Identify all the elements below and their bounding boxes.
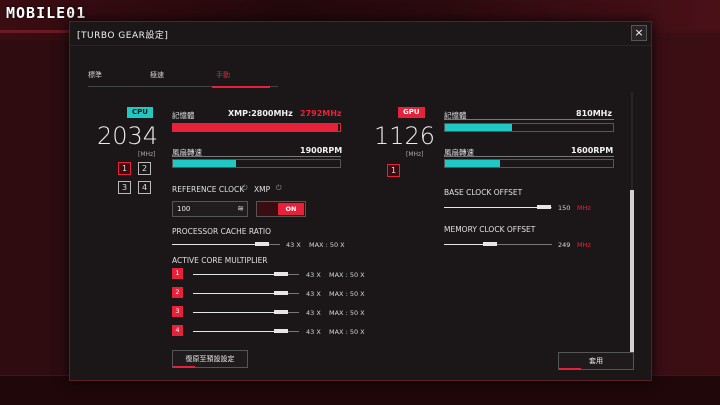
cpu-memory-label: 記憶體: [172, 111, 195, 120]
gpu-fan-meter: [444, 159, 614, 168]
cpu-fan-value: 1900RPM: [300, 146, 343, 155]
active-tab-indicator: [212, 86, 270, 88]
cache-ratio-label: PROCESSOR CACHE RATIO: [172, 227, 272, 236]
mode-tabs: 標準 極速 手動: [88, 67, 278, 88]
memory-clock-offset-slider[interactable]: [444, 242, 552, 246]
slider-track-fill: [193, 293, 284, 294]
gpu-badge: GPU: [398, 107, 425, 118]
cpu-clock: 2034: [97, 122, 159, 150]
core-4-slider[interactable]: [193, 329, 299, 333]
base-clock-offset-label: BASE CLOCK OFFSET: [444, 188, 523, 197]
core-multiplier-label: ACTIVE CORE MULTIPLIER: [172, 256, 268, 265]
core-1-badge: 1: [172, 268, 183, 279]
power-icon: ⏻: [242, 184, 248, 192]
gpu-fan-fill: [445, 160, 501, 167]
slider-knob[interactable]: [274, 272, 288, 276]
cpu-memory-actual: 2792MHz: [300, 109, 342, 118]
base-clock-offset-slider[interactable]: [444, 205, 552, 209]
cpu-badge: CPU: [127, 107, 153, 118]
core-3-slider[interactable]: [193, 310, 299, 314]
slider-track-fill: [444, 207, 547, 208]
cpu-fan-fill: [173, 160, 237, 167]
core-2-max: MAX : 50 X: [329, 290, 365, 298]
cpu-fan-divider: [172, 156, 341, 157]
tab-standard[interactable]: 標準: [88, 70, 102, 80]
turbo-gear-dialog: [TURBO GEAR設定] × 標準 極速 手動 CPU 2034 [MHz]…: [69, 21, 652, 381]
base-clock-offset-unit: MHz: [577, 204, 591, 212]
core-1-slider[interactable]: [193, 272, 299, 276]
slider-track-fill: [193, 312, 284, 313]
slider-knob[interactable]: [483, 242, 497, 246]
core-4-badge: 4: [172, 325, 183, 336]
gpu-clock: 1126: [374, 122, 436, 150]
reference-clock-value: 100: [177, 205, 191, 213]
slider-knob[interactable]: [255, 242, 269, 246]
slider-knob[interactable]: [274, 329, 288, 333]
core-3-badge: 3: [172, 306, 183, 317]
gpu-memory-fill: [445, 124, 513, 131]
gpu-clock-unit: [MHz]: [406, 151, 424, 158]
memory-clock-offset-label: MEMORY CLOCK OFFSET: [444, 225, 536, 234]
cpu-clock-unit: [MHz]: [138, 151, 156, 158]
cache-ratio-slider[interactable]: [172, 242, 280, 246]
gpu-memory-value: 810MHz: [576, 109, 613, 118]
core-1-value: 43 X: [306, 271, 321, 279]
cpu-profile-2[interactable]: 2: [138, 162, 151, 175]
gpu-fan-divider: [444, 156, 614, 157]
scrollbar-thumb[interactable]: [630, 190, 634, 360]
reference-clock-label: REFERENCE CLOCK: [172, 185, 245, 194]
core-2-slider[interactable]: [193, 291, 299, 295]
background-right-panel: [650, 30, 720, 375]
restore-defaults-button[interactable]: 復原至預設設定: [172, 350, 248, 368]
gpu-profile-1[interactable]: 1: [387, 164, 400, 177]
slider-knob[interactable]: [274, 310, 288, 314]
slider-knob[interactable]: [537, 205, 551, 209]
tab-extreme[interactable]: 極速: [150, 70, 164, 80]
core-4-value: 43 X: [306, 328, 321, 336]
slider-track-fill: [172, 244, 265, 245]
core-2-value: 43 X: [306, 290, 321, 298]
cache-ratio-value: 43 X: [286, 241, 301, 249]
xmp-toggle-on: ON: [278, 203, 304, 215]
base-clock-offset-value: 150: [558, 204, 571, 212]
xmp-toggle[interactable]: ON: [256, 201, 306, 217]
cpu-profile-4[interactable]: 4: [138, 181, 151, 194]
slider-track-fill: [193, 331, 284, 332]
cpu-fan-meter: [172, 159, 341, 168]
xmp-label: XMP: [254, 185, 271, 194]
slider-track-fill: [193, 274, 284, 275]
cpu-memory-meter: [172, 123, 341, 132]
power-icon: ⏻: [276, 184, 282, 192]
gpu-memory-meter: [444, 123, 614, 132]
gpu-memory-divider: [444, 119, 614, 120]
dialog-titlebar: [TURBO GEAR設定] ×: [70, 22, 651, 46]
memory-clock-offset-unit: MHz: [577, 241, 591, 249]
watermark-logo: MOBILE01: [6, 4, 87, 22]
tab-manual[interactable]: 手動: [216, 70, 230, 80]
core-4-max: MAX : 50 X: [329, 328, 365, 336]
dialog-title: [TURBO GEAR設定]: [77, 31, 169, 41]
apply-button[interactable]: 套用: [558, 352, 634, 370]
memory-clock-offset-value: 249: [558, 241, 571, 249]
reference-clock-input[interactable]: 100 ≋: [172, 201, 248, 217]
core-3-value: 43 X: [306, 309, 321, 317]
close-icon[interactable]: ×: [631, 25, 647, 41]
background-sidebar: [0, 40, 70, 380]
core-2-badge: 2: [172, 287, 183, 298]
core-1-max: MAX : 50 X: [329, 271, 365, 279]
cache-ratio-max: MAX : 50 X: [309, 241, 345, 249]
gpu-fan-value: 1600RPM: [571, 146, 614, 155]
cpu-profile-3[interactable]: 3: [118, 181, 131, 194]
cpu-memory-xmp: XMP:2800MHz: [228, 109, 293, 118]
chevron-down-icon[interactable]: ≋: [237, 204, 244, 213]
cpu-memory-fill: [173, 124, 339, 131]
core-3-max: MAX : 50 X: [329, 309, 365, 317]
cpu-profile-1[interactable]: 1: [118, 162, 131, 175]
slider-knob[interactable]: [274, 291, 288, 295]
